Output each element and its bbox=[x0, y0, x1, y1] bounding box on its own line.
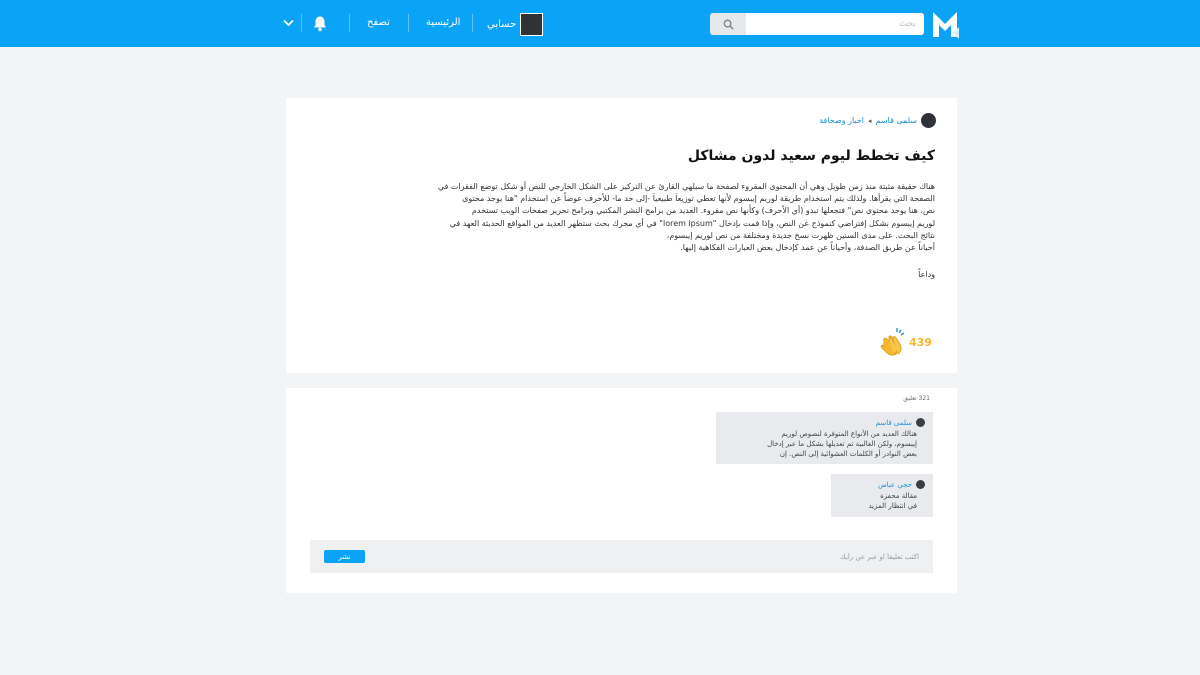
comment-compose: نشر bbox=[310, 540, 933, 573]
post-title: كيف تخطط ليوم سعيد لدون مشاكل bbox=[687, 148, 935, 164]
author-avatar[interactable] bbox=[921, 113, 936, 128]
comment-line: بعض النوادر أو الكلمات العشوائية إلى الن… bbox=[779, 450, 917, 458]
post-body-line: لوريم إيبسوم بشكل إفتراضي كنموذج عن النص… bbox=[449, 218, 935, 228]
search-box bbox=[710, 13, 924, 35]
comment-author[interactable]: حجي عباس bbox=[878, 481, 912, 489]
comment-item: سلمى قاسم هنالك العديد من الأنواع المتوف… bbox=[716, 412, 933, 464]
post-card: سلمى قاسم ◂ اخبار وصحافة كيف تخطط ليوم س… bbox=[286, 98, 957, 373]
search-icon bbox=[723, 19, 734, 30]
avatar[interactable] bbox=[916, 418, 925, 427]
comments-card: 321 تعليق سلمى قاسم هنالك العديد من الأن… bbox=[286, 388, 957, 593]
avatar bbox=[520, 12, 544, 36]
nav-divider bbox=[472, 14, 473, 32]
search-input[interactable] bbox=[746, 13, 924, 35]
category-link[interactable]: اخبار وصحافة bbox=[819, 116, 864, 125]
nav-divider bbox=[408, 14, 409, 32]
search-button[interactable] bbox=[710, 13, 746, 35]
chevron-down-icon[interactable] bbox=[283, 19, 294, 27]
comment-line: هنالك العديد من الأنواع المتوفرة لنصوص ل… bbox=[781, 430, 917, 438]
post-body-line: أحياناً عن طريق الصدفة، وأحياناً عن عمد … bbox=[680, 243, 935, 253]
post-body-line: نتائج البحث. على مدى السنين ظهرت نسخ جدي… bbox=[666, 230, 935, 240]
post-meta: سلمى قاسم ◂ اخبار وصحافة bbox=[819, 113, 936, 128]
comment-text: هنالك العديد من الأنواع المتوفرة لنصوص ل… bbox=[724, 429, 917, 459]
comment-header: سلمى قاسم bbox=[724, 418, 925, 427]
publish-button[interactable]: نشر bbox=[324, 550, 365, 563]
author-link[interactable]: سلمى قاسم bbox=[876, 116, 917, 125]
nav-account-label: حسابي bbox=[487, 18, 517, 30]
post-signoff: وداعاً bbox=[918, 270, 935, 279]
nav-home-link[interactable]: الرئيسية bbox=[426, 17, 460, 28]
post-body: هناك حقيقة مثبتة منذ زمن طويل وهي أن الم… bbox=[435, 181, 935, 254]
avatar[interactable] bbox=[916, 480, 925, 489]
post-body-line: نص، هنا يوجد محتوى نص" فتجعلها تبدو (أي … bbox=[471, 206, 935, 216]
comment-text: مقالة محفزة في انتظار المزيد bbox=[839, 491, 917, 511]
nav-divider bbox=[301, 14, 302, 32]
nav-browse-link[interactable]: تصفح bbox=[367, 17, 390, 28]
caret-left-icon: ◂ bbox=[868, 116, 872, 125]
nav-account[interactable]: حسابي bbox=[487, 12, 544, 36]
bell-icon[interactable] bbox=[312, 15, 328, 32]
clap-hands-icon bbox=[880, 328, 905, 356]
post-body-line: هناك حقيقة مثبتة منذ زمن طويل وهي أن الم… bbox=[437, 182, 935, 191]
post-body-line: الصفحة التي يقرأها. ولذلك يتم استخدام طر… bbox=[462, 194, 935, 204]
comment-line: في انتظار المزيد bbox=[868, 502, 917, 510]
comment-header: حجي عباس bbox=[839, 480, 925, 489]
comment-line: مقالة محفزة bbox=[880, 492, 917, 500]
comment-count: 321 تعليق bbox=[903, 395, 930, 402]
comment-author[interactable]: سلمى قاسم bbox=[876, 419, 912, 427]
clap-button[interactable]: 439 bbox=[880, 327, 932, 357]
comment-input[interactable] bbox=[413, 540, 933, 573]
clap-count: 439 bbox=[909, 335, 932, 349]
comment-item: حجي عباس مقالة محفزة في انتظار المزيد bbox=[831, 474, 933, 517]
m-logo-icon[interactable] bbox=[931, 9, 959, 39]
top-navbar: حسابي الرئيسية تصفح bbox=[0, 0, 1200, 47]
nav-divider bbox=[349, 14, 350, 32]
comment-line: إيبسوم، ولكن الغالبية تم تعديلها بشكل ما… bbox=[767, 440, 917, 448]
